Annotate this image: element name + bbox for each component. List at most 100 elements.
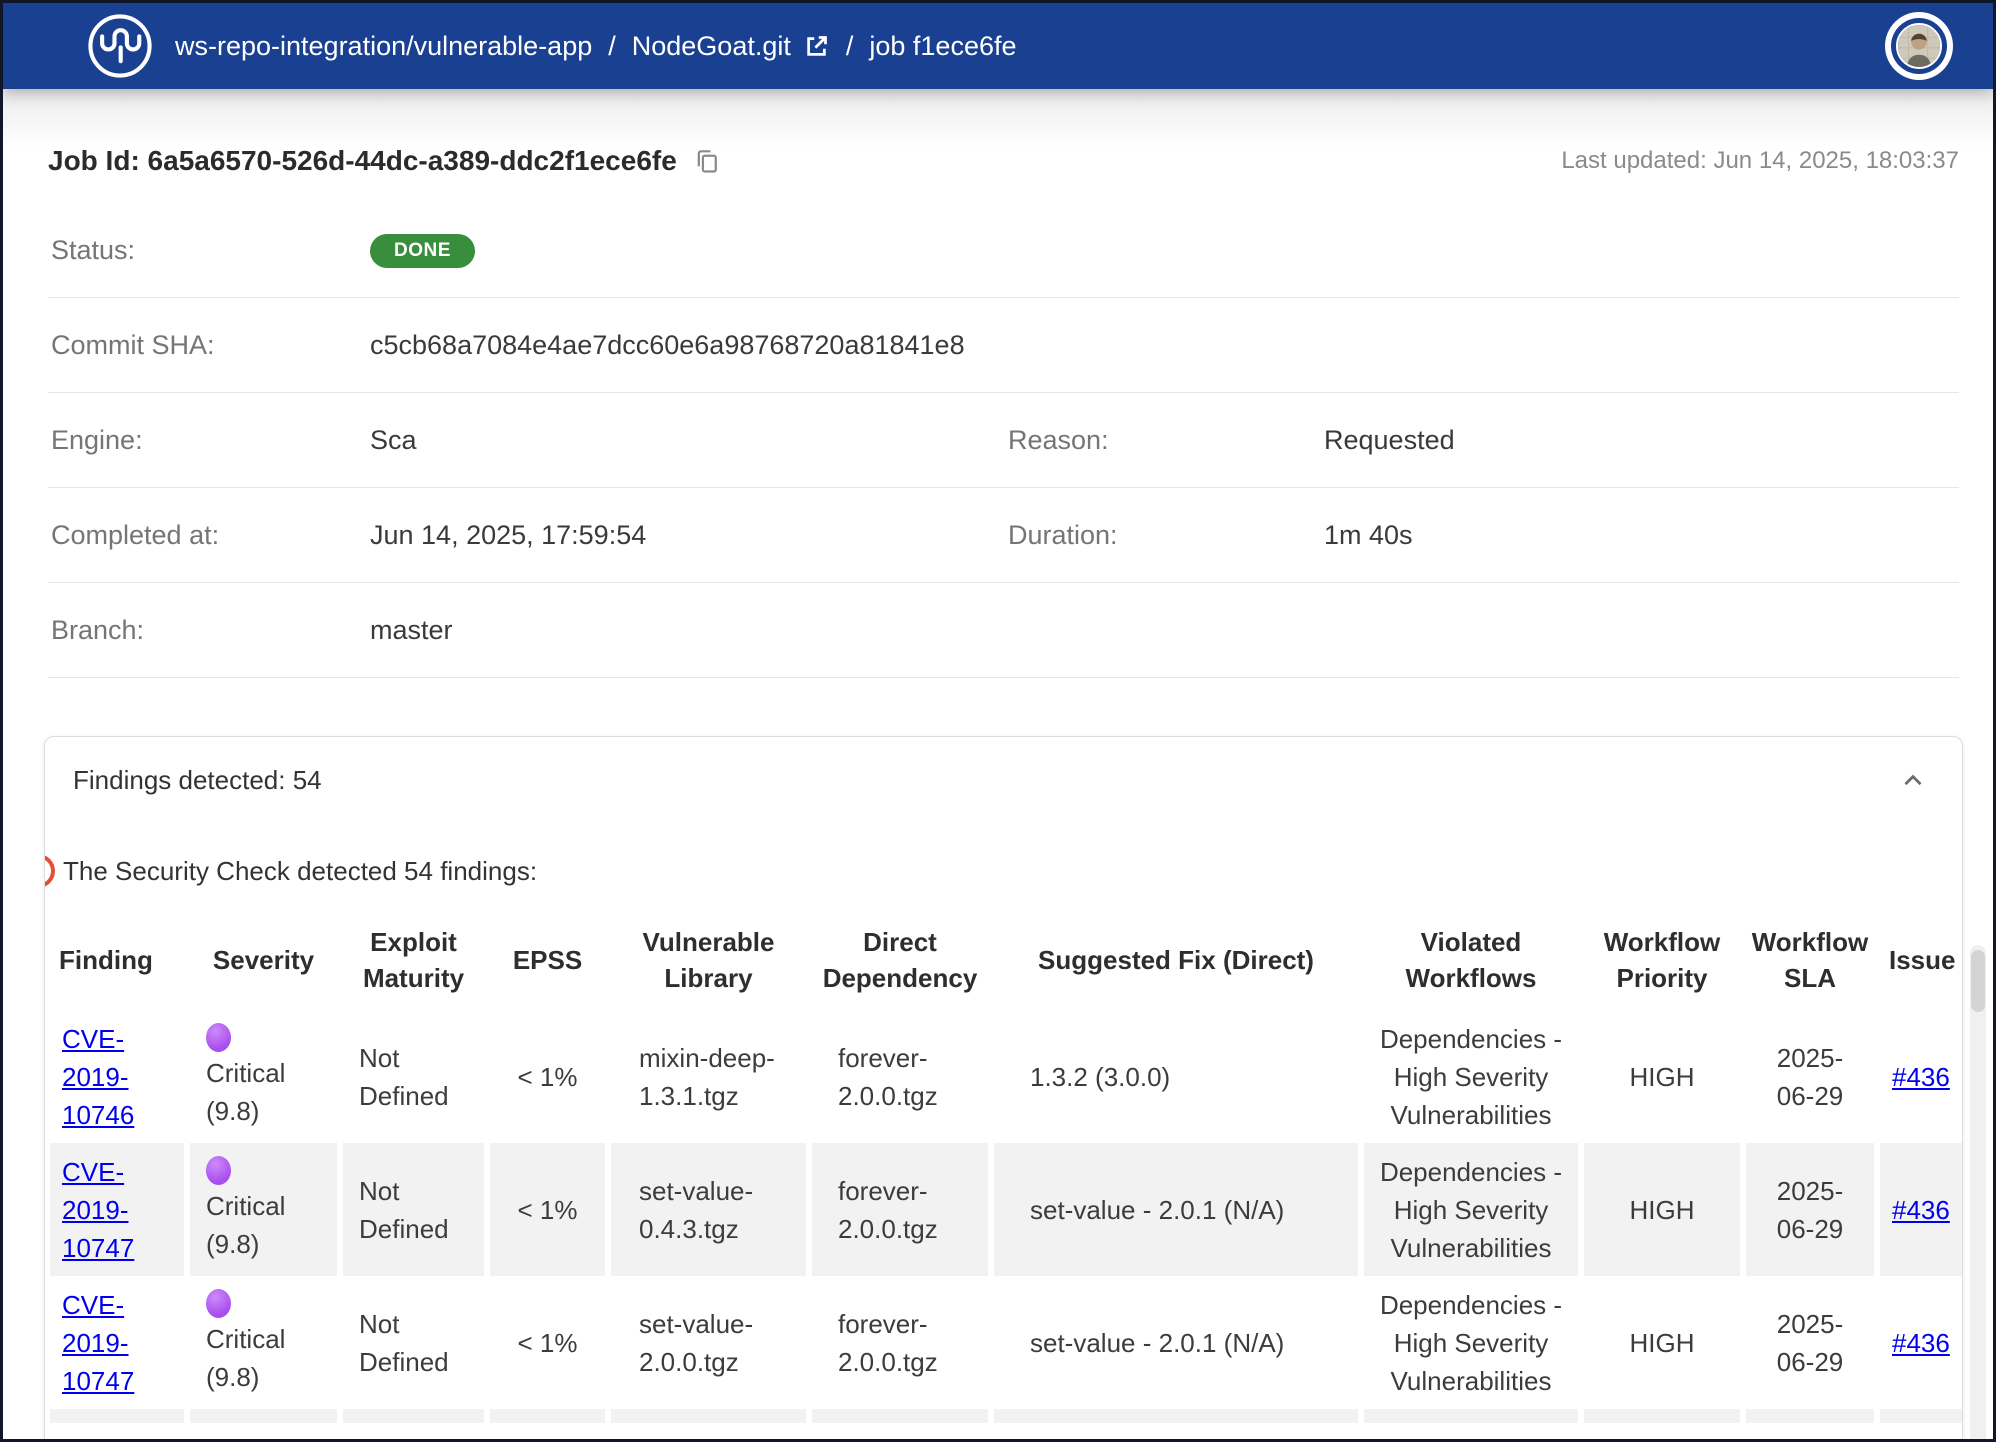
table-row-partial	[47, 1409, 1962, 1423]
page-title: Job Id: 6a5a6570-526d-44dc-a389-ddc2f1ec…	[48, 145, 677, 177]
column-header-workflow-sla: Workflow SLA	[1743, 910, 1877, 1010]
copy-icon[interactable]	[693, 147, 721, 175]
reason-value: Requested	[1324, 425, 1959, 456]
detail-row-commit: Commit SHA: c5cb68a7084e4ae7dcc60e6a9876…	[48, 298, 1959, 393]
issue-link[interactable]: #436	[1892, 1062, 1950, 1092]
finding-link[interactable]: CVE-2019-10747	[62, 1286, 150, 1400]
suggested-fix: 1.3.2 (3.0.0)	[991, 1010, 1361, 1143]
findings-table-container: Finding Severity Exploit Maturity EPSS V…	[47, 910, 1962, 1423]
violated-workflows: Dependencies - High Severity Vulnerabili…	[1379, 1020, 1564, 1134]
severity-text: Critical (9.8)	[206, 1187, 318, 1263]
column-header-issue: Issue	[1877, 910, 1962, 1010]
workflow-sla: 2025-06-29	[1771, 1039, 1849, 1115]
findings-panel-header[interactable]: Findings detected: 54	[45, 737, 1962, 814]
table-row: CVE-2019-10747 Critical (9.8) Not Define…	[47, 1143, 1962, 1276]
vulnerable-library: set-value-0.4.3.tgz	[639, 1172, 791, 1248]
breadcrumb-separator: /	[846, 31, 854, 62]
workflow-priority: HIGH	[1581, 1143, 1743, 1276]
suggested-fix: set-value - 2.0.1 (N/A)	[991, 1276, 1361, 1409]
direct-dependency: forever-2.0.0.tgz	[838, 1039, 980, 1115]
severity-text: Critical (9.8)	[206, 1054, 318, 1130]
engine-value: Sca	[370, 425, 1008, 456]
epss-value: < 1%	[487, 1276, 608, 1409]
severity-text: Critical (9.8)	[206, 1320, 318, 1396]
finding-link[interactable]: CVE-2019-10746	[62, 1020, 150, 1134]
breadcrumb-separator: /	[608, 31, 616, 62]
detail-row-completed-duration: Completed at: Jun 14, 2025, 17:59:54 Dur…	[48, 488, 1959, 583]
detail-row-branch: Branch: master	[48, 583, 1959, 678]
findings-table: Finding Severity Exploit Maturity EPSS V…	[47, 910, 1962, 1423]
external-link-icon[interactable]	[803, 33, 830, 60]
exploit-maturity: Not Defined	[359, 1172, 476, 1248]
finding-link[interactable]: CVE-2019-10747	[62, 1153, 150, 1267]
column-header-direct-dependency: Direct Dependency	[809, 910, 991, 1010]
avatar-photo	[1896, 23, 1942, 69]
breadcrumb-job: job f1ece6fe	[869, 31, 1016, 62]
findings-summary-text: The Security Check detected 54 findings:	[63, 856, 537, 887]
exploit-maturity: Not Defined	[359, 1039, 476, 1115]
workflow-priority: HIGH	[1581, 1276, 1743, 1409]
commit-sha-value: c5cb68a7084e4ae7dcc60e6a98768720a81841e8	[370, 330, 1959, 361]
clipped-warning-icon	[44, 854, 55, 888]
detail-row-engine-reason: Engine: Sca Reason: Requested	[48, 393, 1959, 488]
scrollbar-thumb[interactable]	[1971, 950, 1985, 1012]
suggested-fix: set-value - 2.0.1 (N/A)	[991, 1143, 1361, 1276]
job-details: Status: DONE Commit SHA: c5cb68a7084e4ae…	[48, 203, 1959, 678]
direct-dependency: forever-2.0.0.tgz	[838, 1305, 980, 1381]
vulnerable-library: mixin-deep-1.3.1.tgz	[639, 1039, 791, 1115]
collapse-chevron-icon[interactable]	[1898, 766, 1928, 796]
app-window: ws-repo-integration/vulnerable-app / Nod…	[0, 0, 1996, 1442]
job-header: Job Id: 6a5a6570-526d-44dc-a389-ddc2f1ec…	[48, 89, 1959, 203]
violated-workflows: Dependencies - High Severity Vulnerabili…	[1379, 1153, 1564, 1267]
column-header-epss: EPSS	[487, 910, 608, 1010]
breadcrumb: ws-repo-integration/vulnerable-app / Nod…	[175, 31, 1863, 62]
findings-summary-row: The Security Check detected 54 findings:	[45, 854, 1962, 888]
column-header-vulnerable-library: Vulnerable Library	[608, 910, 809, 1010]
epss-value: < 1%	[487, 1143, 608, 1276]
epss-value: < 1%	[487, 1010, 608, 1143]
findings-panel: Findings detected: 54 The Security Check…	[44, 736, 1963, 1442]
workflow-sla: 2025-06-29	[1771, 1305, 1849, 1381]
detail-row-status: Status: DONE	[48, 203, 1959, 298]
duration-label: Duration:	[1008, 520, 1324, 551]
top-navbar: ws-repo-integration/vulnerable-app / Nod…	[3, 3, 1993, 89]
workflow-priority: HIGH	[1581, 1010, 1743, 1143]
findings-panel-title: Findings detected: 54	[73, 765, 322, 796]
workflow-sla: 2025-06-29	[1771, 1172, 1849, 1248]
completed-at-value: Jun 14, 2025, 17:59:54	[370, 520, 1008, 551]
mend-logo-icon[interactable]	[87, 13, 153, 79]
engine-label: Engine:	[51, 425, 370, 456]
column-header-exploit-maturity: Exploit Maturity	[340, 910, 487, 1010]
commit-sha-label: Commit SHA:	[51, 330, 370, 361]
issue-link[interactable]: #436	[1892, 1195, 1950, 1225]
status-label: Status:	[51, 235, 370, 266]
vertical-scrollbar[interactable]	[1970, 945, 1986, 1442]
breadcrumb-repo-link[interactable]: NodeGoat.git	[632, 31, 791, 62]
column-header-workflow-priority: Workflow Priority	[1581, 910, 1743, 1010]
column-header-violated-workflows: Violated Workflows	[1361, 910, 1581, 1010]
severity-critical-icon	[206, 1156, 231, 1185]
avatar-ring	[1891, 18, 1947, 74]
table-header-row: Finding Severity Exploit Maturity EPSS V…	[47, 910, 1962, 1010]
exploit-maturity: Not Defined	[359, 1305, 476, 1381]
completed-at-label: Completed at:	[51, 520, 370, 551]
branch-value: master	[370, 615, 1959, 646]
severity-critical-icon	[206, 1023, 231, 1052]
vulnerable-library: set-value-2.0.0.tgz	[639, 1305, 791, 1381]
reason-label: Reason:	[1008, 425, 1324, 456]
table-row: CVE-2019-10747 Critical (9.8) Not Define…	[47, 1276, 1962, 1409]
user-avatar[interactable]	[1885, 12, 1953, 80]
last-updated: Last updated: Jun 14, 2025, 18:03:37	[1561, 147, 1959, 175]
job-detail-page: Job Id: 6a5a6570-526d-44dc-a389-ddc2f1ec…	[3, 89, 1993, 1442]
column-header-suggested-fix: Suggested Fix (Direct)	[991, 910, 1361, 1010]
issue-link[interactable]: #436	[1892, 1328, 1950, 1358]
column-header-finding: Finding	[47, 910, 187, 1010]
breadcrumb-project[interactable]: ws-repo-integration/vulnerable-app	[175, 31, 592, 62]
duration-value: 1m 40s	[1324, 520, 1959, 551]
branch-label: Branch:	[51, 615, 370, 646]
violated-workflows: Dependencies - High Severity Vulnerabili…	[1379, 1286, 1564, 1400]
severity-critical-icon	[206, 1289, 231, 1318]
status-badge: DONE	[370, 234, 475, 268]
status-value: DONE	[370, 232, 1959, 268]
direct-dependency: forever-2.0.0.tgz	[838, 1172, 980, 1248]
